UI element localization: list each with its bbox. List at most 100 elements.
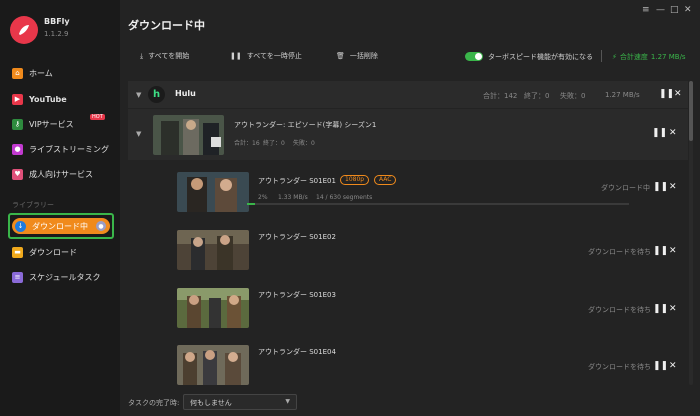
pause-button[interactable]: ❚❚	[653, 182, 668, 192]
maximize-button[interactable]: □	[670, 5, 679, 15]
progress-fill	[247, 203, 255, 205]
resolution-tag: 1080p	[340, 175, 370, 185]
scrollbar[interactable]	[689, 81, 693, 385]
caret-down-icon[interactable]: ▼	[136, 91, 141, 99]
season-total: 合計：16	[234, 140, 260, 147]
user-icon: ●	[96, 221, 106, 231]
group-speed: 1.27 MB/s	[605, 91, 640, 99]
episode-thumbnail	[177, 230, 249, 270]
episode-speed: 1.33 MB/s	[278, 194, 308, 201]
episode-title: アウトランダー S01E03	[258, 291, 336, 299]
total-speed: ⚡ 合計速度 1.27 MB/s	[612, 53, 686, 61]
minimize-button[interactable]: —	[656, 5, 665, 15]
close-button[interactable]: ✕	[669, 361, 677, 371]
caret-down-icon[interactable]: ▼	[136, 130, 141, 138]
toolbar-divider	[601, 50, 602, 62]
folder-icon: ▬	[12, 246, 23, 258]
lightning-icon: ⚡	[612, 53, 617, 61]
close-window-button[interactable]: ✕	[684, 5, 692, 15]
app-name: BBFly	[44, 17, 70, 26]
close-button[interactable]: ✕	[669, 246, 677, 256]
episode-title: アウトランダー S01E01	[258, 177, 336, 185]
episode-title: アウトランダー S01E02	[258, 233, 336, 241]
sidebar-item-label: スケジュールタスク	[29, 272, 101, 282]
library-section-label: ライブラリー	[12, 201, 54, 209]
pause-button[interactable]: ❚❚	[653, 304, 668, 314]
close-button[interactable]: ✕	[674, 89, 682, 99]
sidebar: BBFly 1.1.2.9 ⌂ ホーム ▶ YouTube ⚷ VIPサービス …	[0, 0, 120, 416]
start-all-button[interactable]: ⤓ すべてを開始	[140, 51, 189, 61]
season-done: 終了：0	[263, 140, 285, 147]
pause-button[interactable]: ❚❚	[653, 361, 668, 371]
episode-row: アウトランダー S01E04 ダウンロードを待ち ❚❚ ✕	[168, 343, 688, 385]
hot-badge: HOT	[90, 114, 105, 120]
close-button[interactable]: ✕	[669, 304, 677, 314]
episode-status: ダウンロードを待ち	[588, 363, 651, 371]
clear-all-button[interactable]: 🗑 一括削除	[336, 51, 378, 61]
pause-icon: ❚❚	[230, 52, 242, 60]
menu-icon[interactable]: ≡	[642, 5, 650, 15]
toolbar: ⤓ すべてを開始 ❚❚ すべてを一時停止 🗑 一括削除 ターボスピード機能が有効…	[120, 48, 700, 66]
sidebar-item-home[interactable]: ⌂ ホーム	[8, 64, 114, 82]
page-title: ダウンロード中	[128, 19, 205, 32]
sidebar-item-label: ダウンロード	[29, 247, 77, 257]
episode-status: ダウンロードを待ち	[588, 248, 651, 256]
sidebar-item-downloading[interactable]: ↓ ダウンロード中 ●	[8, 213, 114, 239]
group-name: Hulu	[175, 89, 196, 98]
scroll-thumb[interactable]	[689, 81, 693, 141]
task-complete-label: タスクの完了時:	[128, 399, 180, 407]
episode-row: アウトランダー S01E03 ダウンロードを待ち ❚❚ ✕	[168, 286, 688, 342]
schedule-icon: ≡	[12, 271, 23, 283]
group-header: ▼ h Hulu 合計：142 終了：0 失敗：0 1.27 MB/s ❚❚ ✕	[128, 81, 688, 108]
group-done: 終了：0	[524, 92, 550, 100]
adult-icon: ♥	[12, 168, 23, 180]
download-list: ▼ h Hulu 合計：142 終了：0 失敗：0 1.27 MB/s ❚❚ ✕…	[128, 81, 688, 385]
sidebar-item-label: YouTube	[29, 94, 67, 104]
sidebar-item-vip[interactable]: ⚷ VIPサービス HOT	[8, 114, 114, 133]
close-button[interactable]: ✕	[669, 182, 677, 192]
footer: タスクの完了時: 何もしません ▼	[120, 392, 700, 414]
pause-all-button[interactable]: ❚❚ すべてを一時停止	[230, 51, 302, 61]
download-icon: ⤓	[140, 51, 144, 60]
season-thumbnail	[153, 115, 224, 155]
episode-thumbnail	[177, 288, 249, 328]
app-logo	[10, 16, 38, 44]
active-pill[interactable]: ↓ ダウンロード中 ●	[12, 218, 110, 234]
season-title: アウトランダー: エピソード(字幕) シーズン1	[234, 121, 377, 129]
hulu-icon: h	[148, 86, 165, 103]
sidebar-item-label: VIPサービス	[29, 119, 74, 129]
app-version: 1.1.2.9	[44, 30, 69, 38]
sidebar-item-downloaded[interactable]: ▬ ダウンロード	[8, 243, 114, 261]
progress-percent: 2%	[258, 194, 268, 201]
pause-button[interactable]: ❚❚	[652, 128, 667, 138]
live-icon: ●	[12, 143, 23, 155]
group-total: 合計：142	[483, 92, 518, 100]
chevron-down-icon: ▼	[285, 398, 290, 405]
youtube-icon: ▶	[12, 93, 23, 105]
sidebar-item-live[interactable]: ● ライブストリーミング	[8, 140, 114, 158]
turbo-toggle[interactable]	[465, 52, 483, 61]
season-row: ▼ アウトランダー: エピソード(字幕) シーズン1 合計：16 終了：0 失敗…	[128, 109, 688, 160]
episode-row: アウトランダー S01E02 ダウンロードを待ち ❚❚ ✕	[168, 228, 688, 284]
sidebar-item-label: 成人向けサービス	[29, 169, 93, 179]
season-failed: 失敗：0	[293, 140, 315, 147]
download-icon: ↓	[15, 220, 26, 232]
group-failed: 失敗：0	[560, 92, 586, 100]
sidebar-item-label: ダウンロード中	[32, 221, 88, 231]
pause-button[interactable]: ❚❚	[653, 246, 668, 256]
sidebar-item-adult[interactable]: ♥ 成人向けサービス	[8, 165, 114, 183]
sidebar-item-schedule[interactable]: ≡ スケジュールタスク	[8, 268, 114, 286]
main-panel: ≡ — □ ✕ ダウンロード中 ⤓ すべてを開始 ❚❚ すべてを一時停止 🗑 一…	[120, 0, 700, 416]
episode-status: ダウンロードを待ち	[588, 306, 651, 314]
episode-segments: 14 / 630 segments	[316, 194, 373, 201]
close-button[interactable]: ✕	[669, 128, 677, 138]
task-complete-select[interactable]: 何もしません ▼	[183, 394, 297, 410]
turbo-label: ターボスピード機能が有効になる	[488, 53, 593, 61]
key-icon: ⚷	[12, 118, 23, 130]
pause-button[interactable]: ❚❚	[659, 89, 674, 99]
sidebar-item-youtube[interactable]: ▶ YouTube	[8, 90, 114, 108]
episode-title: アウトランダー S01E04	[258, 348, 336, 356]
audio-tag: AAC	[374, 175, 397, 185]
episode-status: ダウンロード中	[601, 184, 650, 192]
trash-icon: 🗑	[336, 52, 345, 60]
